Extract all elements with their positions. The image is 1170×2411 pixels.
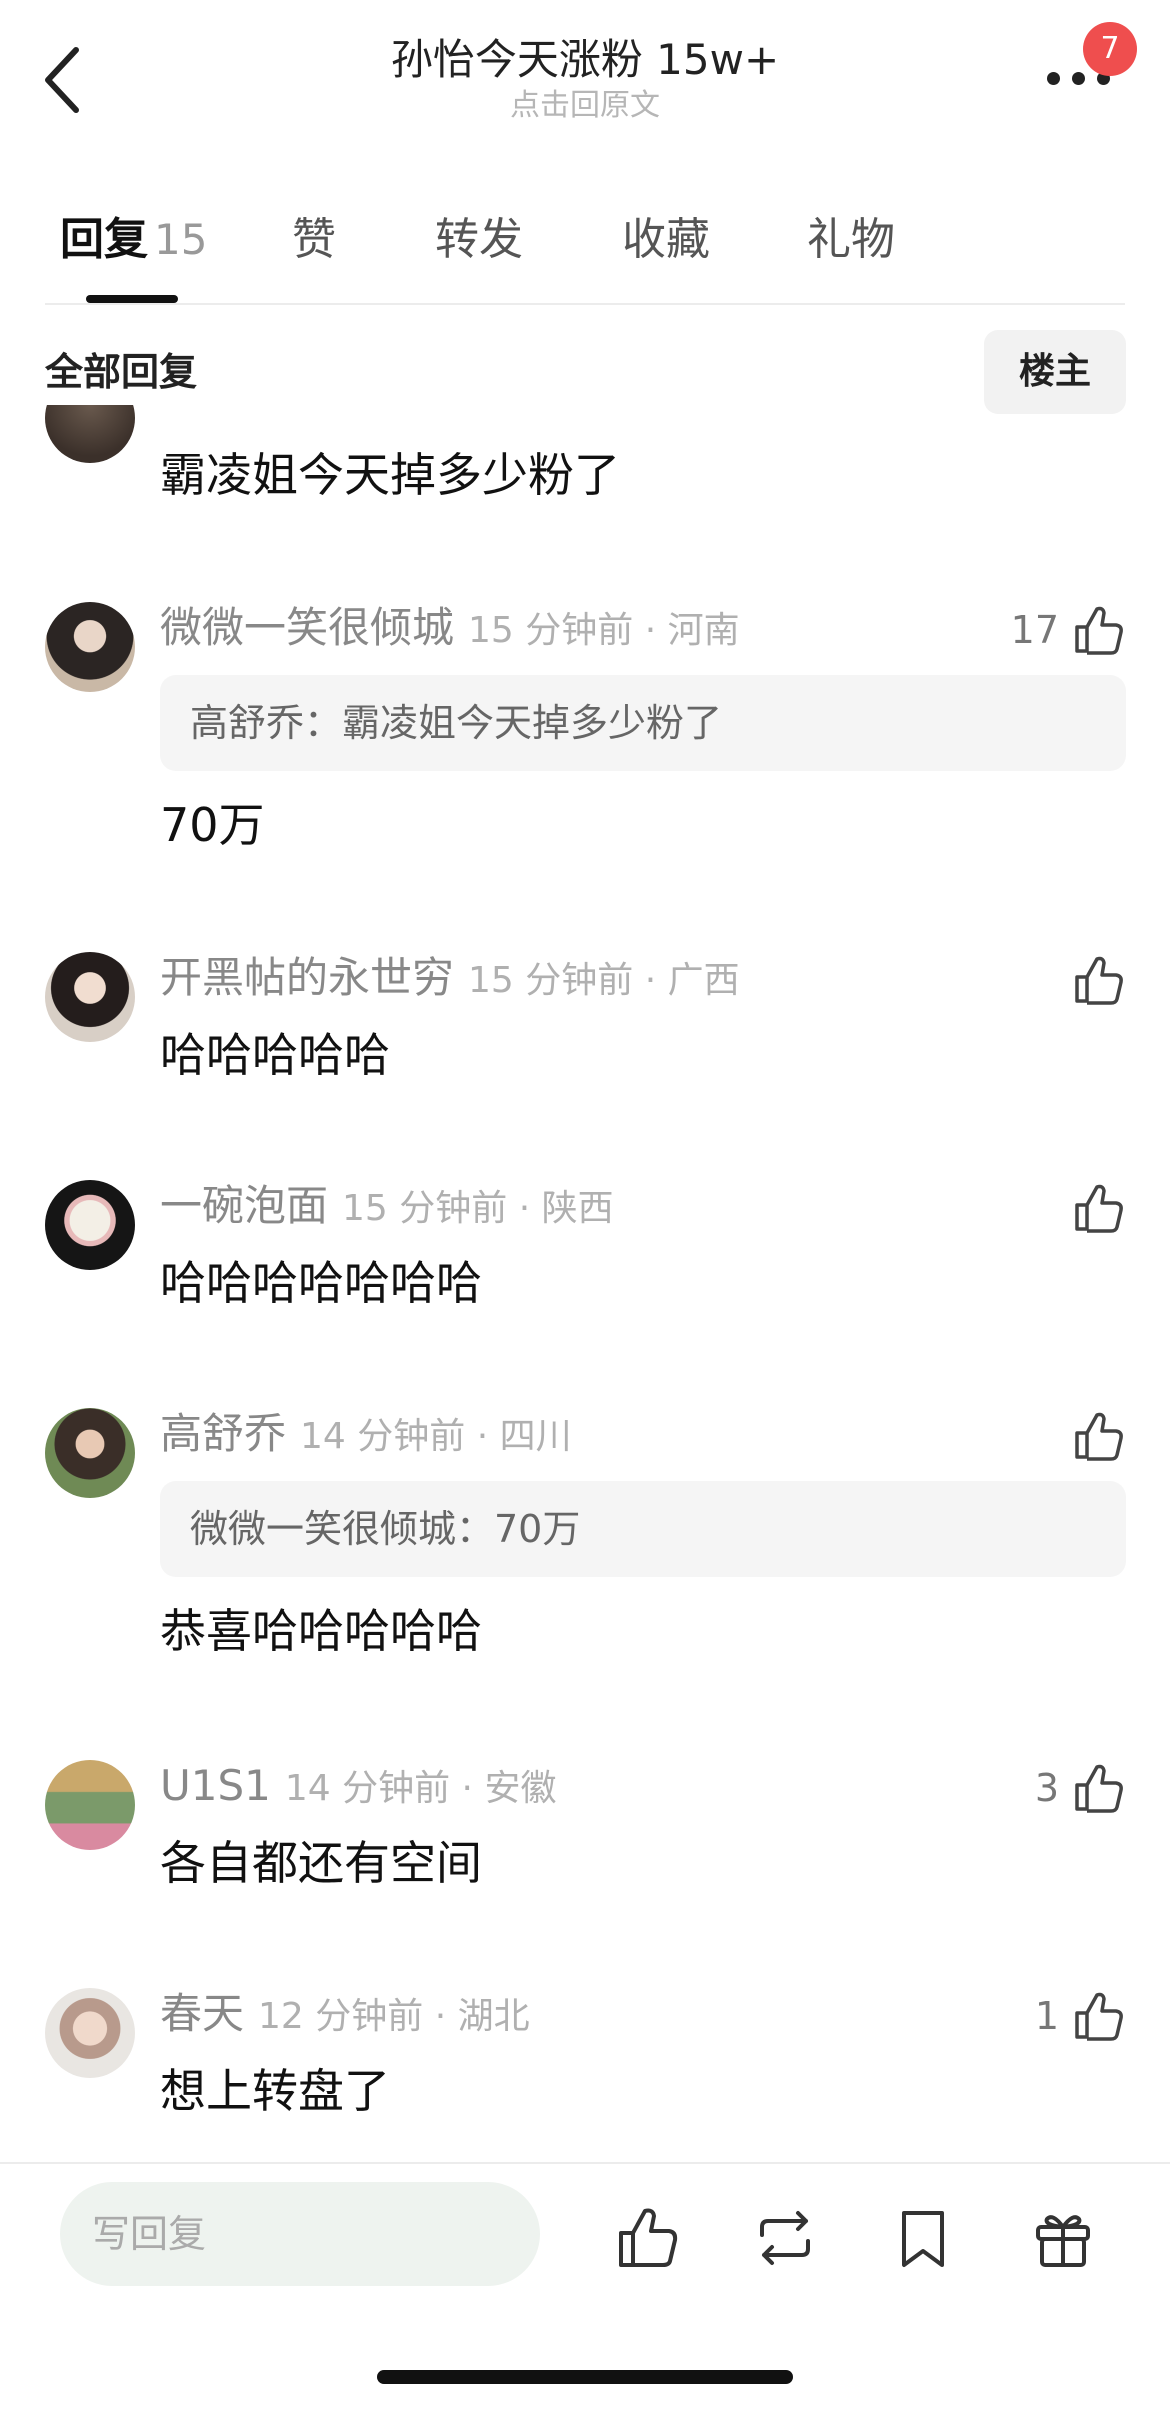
tab-likes[interactable]: 赞 [292,210,336,270]
avatar[interactable] [45,1988,135,2078]
all-replies-label: 全部回复 [45,350,198,394]
like-button[interactable]: 3 [1035,1758,1125,1818]
quoted-reply[interactable]: 高舒乔：霸凌姐今天掉多少粉了 [160,675,1126,771]
like-button[interactable] [1071,1406,1125,1466]
comment-text: 哈哈哈哈哈哈哈 [160,1256,482,1310]
comment-text: 霸凌姐今天掉多少粉了 [160,448,620,502]
tab-likes-label: 赞 [292,214,336,265]
tab-replies-count: 15 [154,215,208,264]
comment-meta: 微微一笑很倾城 15 分钟前 · 河南 [160,600,740,659]
thumb-up-icon [1075,1184,1123,1233]
username[interactable]: 微微一笑很倾城 [160,603,454,652]
home-indicator[interactable] [377,2370,793,2384]
like-count: 1 [1034,1994,1059,2038]
timestamp-location: 15 分钟前 · 广西 [468,960,740,1001]
tab-replies-label: 回复 [60,214,148,265]
divider [45,303,1125,305]
comment-text: 70万 [160,798,265,852]
tab-gifts-label: 礼物 [807,214,895,265]
reply-input[interactable]: 写回复 [60,2182,540,2286]
tab-bar: 回复 15 赞 转发 收藏 礼物 [0,200,1170,310]
quoted-reply[interactable]: 微微一笑很倾城：70万 [160,1481,1126,1577]
comment-text: 恭喜哈哈哈哈哈 [160,1604,482,1658]
repost-icon[interactable] [752,2205,818,2271]
tab-favorites[interactable]: 收藏 [622,210,710,270]
avatar[interactable] [45,952,135,1042]
username[interactable]: 高舒乔 [160,1409,286,1458]
header: 孙怡今天涨粉 15w+ 点击回原文 7 [0,0,1170,150]
avatar[interactable] [45,1408,135,1498]
thumb-up-icon[interactable] [615,2205,681,2271]
timestamp-location: 12 分钟前 · 湖北 [258,1996,530,2037]
bookmark-icon[interactable] [890,2205,956,2271]
timestamp-location: 15 分钟前 · 陕西 [342,1188,614,1229]
username[interactable]: 开黑帖的永世穷 [160,953,454,1002]
comment-text: 各自都还有空间 [160,1836,482,1890]
comment-meta: 春天 12 分钟前 · 湖北 [160,1986,530,2045]
thumb-up-icon [1075,1764,1123,1813]
timestamp-location: 14 分钟前 · 四川 [300,1416,572,1457]
notification-badge: 7 [1083,22,1137,76]
avatar[interactable] [45,405,135,463]
username[interactable]: 一碗泡面 [160,1181,328,1230]
tab-reposts[interactable]: 转发 [435,210,523,270]
avatar[interactable] [45,1760,135,1850]
thumb-up-icon [1075,956,1123,1005]
thumb-up-icon [1075,606,1123,655]
tab-replies[interactable]: 回复 15 [60,210,207,270]
divider [0,2162,1170,2164]
timestamp-location: 14 分钟前 · 安徽 [284,1768,557,1809]
title-block[interactable]: 孙怡今天涨粉 15w+ 点击回原文 [285,32,885,124]
thumb-up-icon [1075,1992,1123,2041]
comment-text: 想上转盘了 [160,2064,390,2118]
like-button[interactable] [1071,1178,1125,1238]
like-button[interactable] [1071,950,1125,1010]
comment-text: 哈哈哈哈哈 [160,1028,390,1082]
comment-meta: 高舒乔 14 分钟前 · 四川 [160,1406,572,1465]
comment-meta: 一碗泡面 15 分钟前 · 陕西 [160,1178,614,1237]
comment-meta: U1S1 14 分钟前 · 安徽 [160,1758,556,1817]
avatar[interactable] [45,602,135,692]
username[interactable]: 春天 [160,1989,244,2038]
like-count: 3 [1034,1766,1059,1810]
like-button[interactable]: 1 [1035,1986,1125,2046]
post-title: 孙怡今天涨粉 15w+ [390,35,780,84]
gift-icon[interactable] [1030,2205,1096,2271]
thumb-up-icon [1075,1412,1123,1461]
op-only-button[interactable]: 楼主 [984,330,1126,414]
like-count: 17 [1010,608,1059,652]
tab-favorites-label: 收藏 [622,214,710,265]
like-button[interactable]: 17 [1011,600,1125,660]
back-to-original-link[interactable]: 点击回原文 [285,88,885,124]
comment-meta: 开黑帖的永世穷 15 分钟前 · 广西 [160,950,740,1009]
active-tab-indicator [86,295,178,303]
username[interactable]: U1S1 [160,1761,271,1810]
timestamp-location: 15 分钟前 · 河南 [468,610,740,651]
tab-reposts-label: 转发 [435,214,523,265]
back-chevron-icon[interactable] [40,40,90,120]
avatar[interactable] [45,1180,135,1270]
tab-gifts[interactable]: 礼物 [807,210,895,270]
